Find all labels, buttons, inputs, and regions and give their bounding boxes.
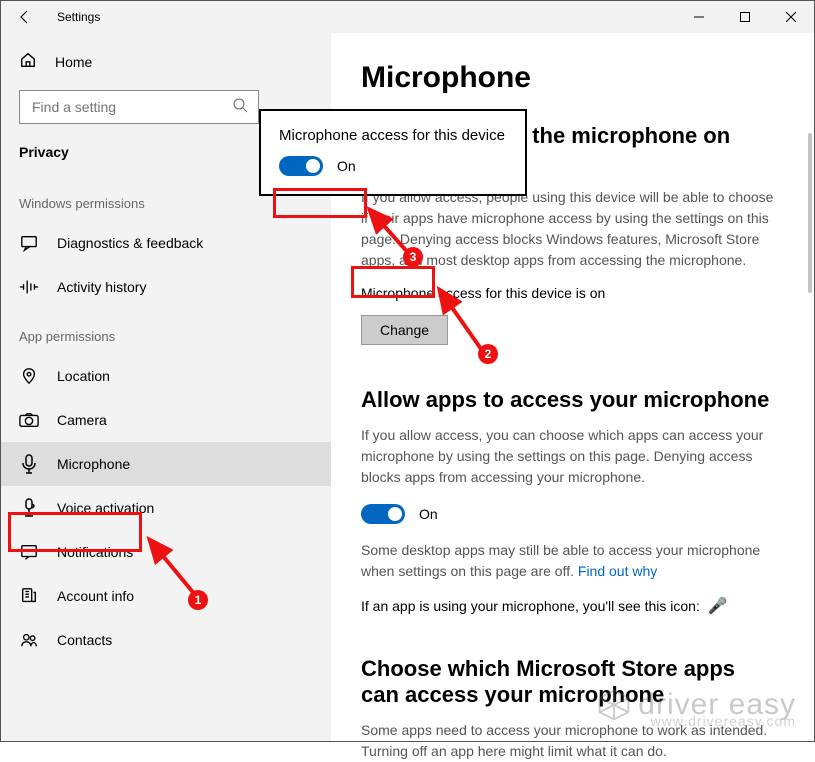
sidebar-item-activity[interactable]: Activity history xyxy=(1,265,331,309)
page-title: Microphone xyxy=(361,61,774,95)
sidebar-item-diagnostics[interactable]: Diagnostics & feedback xyxy=(1,221,331,265)
account-icon xyxy=(19,586,39,606)
note-text: Some desktop apps may still be able to a… xyxy=(361,542,760,579)
feedback-icon xyxy=(19,233,39,253)
sidebar-item-label: Voice activation xyxy=(57,500,154,516)
home-icon xyxy=(19,51,37,72)
notifications-icon xyxy=(19,542,39,562)
section2-note: Some desktop apps may still be able to a… xyxy=(361,540,774,582)
scrollbar[interactable] xyxy=(808,133,812,293)
search-icon xyxy=(232,97,248,118)
sidebar-item-label: Notifications xyxy=(57,544,133,560)
sidebar-item-label: Microphone xyxy=(57,456,130,472)
window-title: Settings xyxy=(57,10,100,24)
sidebar-item-label: Activity history xyxy=(57,279,146,295)
find-out-why-link[interactable]: Find out why xyxy=(578,563,657,579)
section3-desc: Some apps need to access your microphone… xyxy=(361,720,774,762)
section3-title: Choose which Microsoft Store apps can ac… xyxy=(361,656,774,708)
device-access-toggle-label: On xyxy=(337,158,356,174)
maximize-button[interactable] xyxy=(722,1,768,33)
sidebar-item-location[interactable]: Location xyxy=(1,354,331,398)
microphone-icon xyxy=(19,454,39,474)
popup-title: Microphone access for this device xyxy=(279,127,507,144)
allow-apps-toggle[interactable] xyxy=(361,504,405,524)
search-input[interactable] xyxy=(30,98,232,116)
sidebar-item-label: Diagnostics & feedback xyxy=(57,235,203,251)
location-icon xyxy=(19,366,39,386)
sidebar-item-notifications[interactable]: Notifications xyxy=(1,530,331,574)
titlebar: Settings xyxy=(1,1,814,33)
allow-apps-toggle-label: On xyxy=(419,506,438,522)
contacts-icon xyxy=(19,630,39,650)
sidebar-item-label: Account info xyxy=(57,588,134,604)
section2-desc: If you allow access, you can choose whic… xyxy=(361,425,774,488)
section2-icon-note: If an app is using your microphone, you'… xyxy=(361,596,774,616)
sidebar-item-label: Contacts xyxy=(57,632,112,648)
change-button[interactable]: Change xyxy=(361,315,448,345)
device-access-toggle[interactable] xyxy=(279,156,323,176)
search-box[interactable] xyxy=(19,90,259,124)
microphone-status-icon: 🎤 xyxy=(708,598,728,615)
sidebar-home[interactable]: Home xyxy=(1,43,331,80)
back-button[interactable] xyxy=(1,1,49,33)
microphone-access-popup: Microphone access for this device On xyxy=(259,109,527,196)
sidebar-item-camera[interactable]: Camera xyxy=(1,398,331,442)
section1-status: Microphone access for this device is on xyxy=(361,285,774,301)
sidebar-item-microphone[interactable]: Microphone xyxy=(1,442,331,486)
sidebar-item-voice[interactable]: Voice activation xyxy=(1,486,331,530)
activity-icon xyxy=(19,277,39,297)
icon-note-text: If an app is using your microphone, you'… xyxy=(361,598,700,614)
camera-icon xyxy=(19,410,39,430)
sidebar-home-label: Home xyxy=(55,54,92,70)
voice-icon xyxy=(19,498,39,518)
minimize-button[interactable] xyxy=(676,1,722,33)
close-button[interactable] xyxy=(768,1,814,33)
sidebar-item-label: Location xyxy=(57,368,110,384)
sidebar-item-contacts[interactable]: Contacts xyxy=(1,618,331,662)
sidebar-item-account[interactable]: Account info xyxy=(1,574,331,618)
section1-desc: If you allow access, people using this d… xyxy=(361,187,774,271)
section2-title: Allow apps to access your microphone xyxy=(361,387,774,413)
sidebar-item-label: Camera xyxy=(57,412,107,428)
section-app-permissions: App permissions xyxy=(1,309,331,354)
